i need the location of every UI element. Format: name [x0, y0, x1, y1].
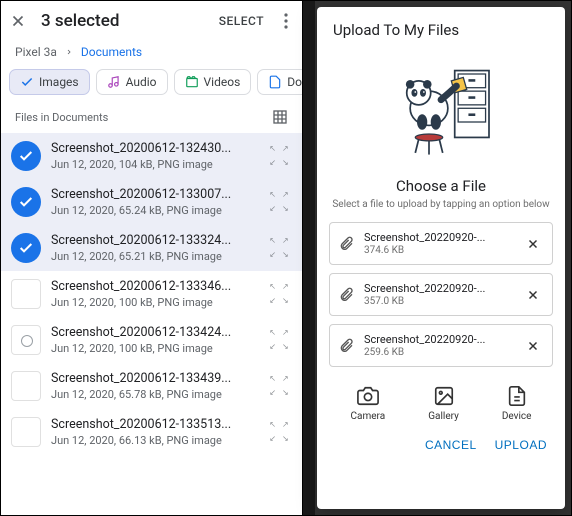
- more-icon[interactable]: [278, 13, 294, 29]
- source-label: Device: [502, 411, 532, 422]
- paperclip-icon: [338, 236, 356, 252]
- expand-icon[interactable]: ↖↗↙↘: [266, 283, 292, 305]
- upload-size: 259.6 KB: [364, 347, 518, 358]
- file-name: Screenshot_20200612-133324...: [51, 233, 256, 248]
- file-meta: Jun 12, 2020, 65.21 kB, PNG image: [51, 250, 256, 263]
- choose-subtitle: Select a file to upload by tapping an op…: [317, 199, 565, 210]
- breadcrumb-current[interactable]: Documents: [81, 45, 142, 59]
- filter-chips: Images Audio Videos Do: [1, 69, 302, 105]
- file-name: Screenshot_20200612-133424...: [51, 325, 256, 340]
- file-meta: Jun 12, 2020, 66.13 kB, PNG image: [51, 434, 256, 447]
- file-row[interactable]: Screenshot_20200612-133424... Jun 12, 202…: [1, 317, 302, 363]
- background-strip: [303, 1, 315, 515]
- file-thumbnail: [11, 371, 41, 401]
- selected-check-icon: [11, 187, 41, 217]
- file-row[interactable]: Screenshot_20200612-133439... Jun 12, 202…: [1, 363, 302, 409]
- upload-item[interactable]: Screenshot_20220920-...374.6 KB: [329, 222, 553, 265]
- file-meta: Jun 12, 2020, 65.24 kB, PNG image: [51, 204, 256, 217]
- remove-icon[interactable]: [526, 339, 544, 353]
- paperclip-icon: [338, 287, 356, 303]
- file-name: Screenshot_20200612-133513...: [51, 417, 256, 432]
- video-icon: [185, 75, 199, 89]
- select-button[interactable]: SELECT: [219, 14, 264, 28]
- upload-item[interactable]: Screenshot_20220920-...357.0 KB: [329, 273, 553, 316]
- file-list: Screenshot_20200612-132430... Jun 12, 202…: [1, 133, 302, 515]
- file-name: Screenshot_20200612-133439...: [51, 371, 256, 386]
- expand-icon[interactable]: ↖↗↙↘: [266, 329, 292, 351]
- breadcrumb: Pixel 3a Documents: [1, 41, 302, 69]
- file-row[interactable]: Screenshot_20200612-133513... Jun 12, 202…: [1, 409, 302, 455]
- breadcrumb-root[interactable]: Pixel 3a: [15, 45, 57, 59]
- file-meta: Jun 12, 2020, 100 kB, PNG image: [51, 342, 256, 355]
- upload-panel: Upload To My Files: [303, 1, 571, 515]
- file-meta: Jun 12, 2020, 65.78 kB, PNG image: [51, 388, 256, 401]
- source-gallery[interactable]: Gallery: [428, 385, 459, 422]
- upload-size: 374.6 KB: [364, 245, 518, 256]
- chip-label: Do: [287, 75, 302, 89]
- file-thumbnail: [11, 279, 41, 309]
- chip-images[interactable]: Images: [9, 69, 90, 95]
- paperclip-icon: [338, 338, 356, 354]
- chip-videos[interactable]: Videos: [174, 69, 252, 95]
- expand-icon[interactable]: ↖↗↙↘: [266, 375, 292, 397]
- illustration: [317, 47, 565, 177]
- upload-name: Screenshot_20220920-...: [364, 282, 518, 295]
- source-camera[interactable]: Camera: [351, 385, 386, 422]
- check-icon: [20, 75, 34, 89]
- file-meta: Jun 12, 2020, 104 kB, PNG image: [51, 158, 256, 171]
- source-label: Gallery: [428, 411, 459, 422]
- file-name: Screenshot_20200612-132430...: [51, 141, 256, 156]
- chip-documents[interactable]: Do: [257, 69, 302, 95]
- choose-title: Choose a File: [317, 177, 565, 195]
- remove-icon[interactable]: [526, 237, 544, 251]
- upload-size: 357.0 KB: [364, 296, 518, 307]
- selection-count: 3 selected: [41, 11, 205, 31]
- grid-view-icon[interactable]: [272, 109, 288, 125]
- dialog-actions: CANCEL UPLOAD: [317, 428, 565, 466]
- picker-header: 3 selected SELECT: [1, 1, 302, 41]
- upload-dialog: Upload To My Files: [317, 7, 565, 509]
- expand-icon[interactable]: ↖↗↙↘: [266, 237, 292, 259]
- file-row[interactable]: Screenshot_20200612-133324... Jun 12, 202…: [1, 225, 302, 271]
- chip-label: Audio: [126, 75, 157, 89]
- expand-icon[interactable]: ↖↗↙↘: [266, 191, 292, 213]
- close-icon[interactable]: [9, 12, 27, 30]
- expand-icon[interactable]: ↖↗↙↘: [266, 421, 292, 443]
- dialog-title: Upload To My Files: [317, 7, 565, 47]
- section-label: Files in Documents: [15, 111, 108, 124]
- chevron-right-icon: [65, 48, 73, 56]
- upload-item[interactable]: Screenshot_20220920-...259.6 KB: [329, 324, 553, 367]
- section-header: Files in Documents: [1, 105, 302, 133]
- upload-list: Screenshot_20220920-...374.6 KB Screensh…: [317, 222, 565, 375]
- document-icon: [268, 75, 282, 89]
- music-icon: [107, 75, 121, 89]
- file-row[interactable]: Screenshot_20200612-133007... Jun 12, 202…: [1, 179, 302, 225]
- upload-name: Screenshot_20220920-...: [364, 333, 518, 346]
- chip-label: Images: [39, 75, 79, 89]
- selected-check-icon: [11, 141, 41, 171]
- expand-icon[interactable]: ↖↗↙↘: [266, 145, 292, 167]
- chip-audio[interactable]: Audio: [96, 69, 168, 95]
- source-row: Camera Gallery Device: [317, 375, 565, 428]
- file-picker-panel: 3 selected SELECT Pixel 3a Documents Ima…: [1, 1, 303, 515]
- file-name: Screenshot_20200612-133007...: [51, 187, 256, 202]
- source-label: Camera: [351, 411, 386, 422]
- file-thumbnail: [11, 325, 41, 355]
- file-thumbnail: [11, 417, 41, 447]
- file-row[interactable]: Screenshot_20200612-132430... Jun 12, 202…: [1, 133, 302, 179]
- file-meta: Jun 12, 2020, 100 kB, PNG image: [51, 296, 256, 309]
- file-row[interactable]: Screenshot_20200612-133346... Jun 12, 202…: [1, 271, 302, 317]
- file-name: Screenshot_20200612-133346...: [51, 279, 256, 294]
- upload-name: Screenshot_20220920-...: [364, 231, 518, 244]
- chip-label: Videos: [204, 75, 241, 89]
- cancel-button[interactable]: CANCEL: [425, 438, 477, 452]
- upload-button[interactable]: UPLOAD: [495, 438, 547, 452]
- selected-check-icon: [11, 233, 41, 263]
- source-device[interactable]: Device: [502, 385, 532, 422]
- remove-icon[interactable]: [526, 288, 544, 302]
